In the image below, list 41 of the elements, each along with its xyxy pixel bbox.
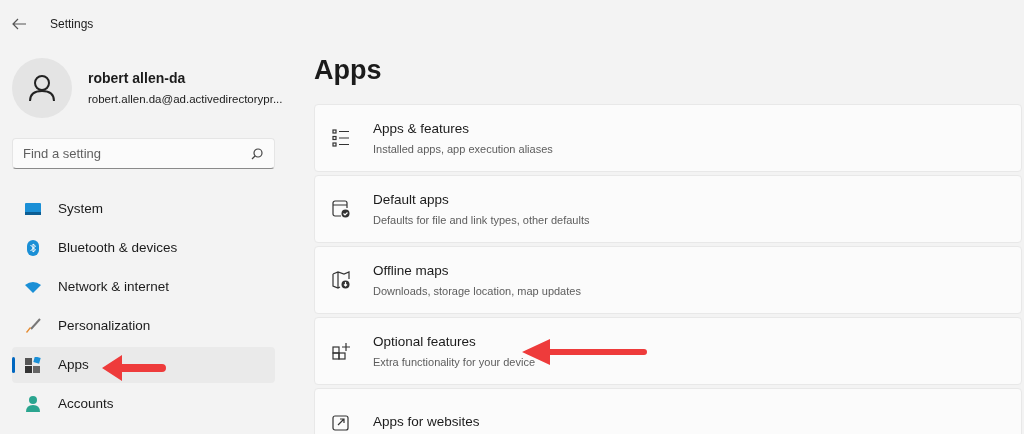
card-title: Apps & features <box>373 119 471 138</box>
nav-item[interactable]: Accounts <box>12 386 275 422</box>
profile-email: robert.allen.da@ad.activedirectorypr... <box>88 91 283 107</box>
person-silhouette-icon <box>29 74 55 102</box>
window-check-icon <box>332 200 350 218</box>
settings-card[interactable]: Apps & features Installed apps, app execution aliases <box>314 104 1022 172</box>
card-title: Offline maps <box>373 261 450 280</box>
card-subtitle: Defaults for file and link types, other defaults <box>373 212 590 228</box>
search-field[interactable]: Find a setting <box>12 138 275 169</box>
bluetooth-icon <box>27 240 39 256</box>
brush-icon <box>25 318 41 334</box>
monitor-icon <box>25 203 41 215</box>
nav-item[interactable]: Personalization <box>12 308 275 344</box>
settings-card[interactable]: Default apps Defaults for file and link types, other defaults <box>314 175 1022 243</box>
card-subtitle: Downloads, storage location, map updates <box>373 283 581 299</box>
map-download-icon <box>332 271 350 289</box>
window-title: Settings <box>50 16 94 33</box>
settings-card[interactable]: Offline maps Downloads, storage location, map updates <box>314 246 1022 314</box>
card-title: Optional features <box>373 332 477 351</box>
card-subtitle: Installed apps, app execution aliases <box>373 141 553 157</box>
card-title: Default apps <box>373 190 450 209</box>
settings-card[interactable]: Apps for websites <box>314 388 1022 434</box>
annotation-arrow <box>100 353 166 383</box>
open-window-icon <box>332 413 350 431</box>
card-subtitle: Extra functionality for your device <box>373 354 536 370</box>
nav-item[interactable]: Bluetooth & devices <box>12 230 275 266</box>
apps-grid-icon <box>25 357 41 373</box>
nav-item[interactable]: Network & internet <box>12 269 275 305</box>
list-icon <box>332 129 350 147</box>
nav-item[interactable]: System <box>12 191 275 227</box>
selection-indicator <box>12 357 15 373</box>
back-arrow-icon[interactable] <box>12 18 26 30</box>
nav-item[interactable]: Apps <box>12 347 275 383</box>
page-title: Apps <box>314 54 383 87</box>
grid-plus-icon <box>332 342 350 360</box>
wifi-icon <box>25 281 41 293</box>
settings-card[interactable]: Optional features Extra functionality for your device <box>314 317 1022 385</box>
profile-name: robert allen-da <box>88 68 187 88</box>
person-icon <box>26 396 40 412</box>
search-icon <box>251 148 263 160</box>
card-title: Apps for websites <box>373 412 480 431</box>
